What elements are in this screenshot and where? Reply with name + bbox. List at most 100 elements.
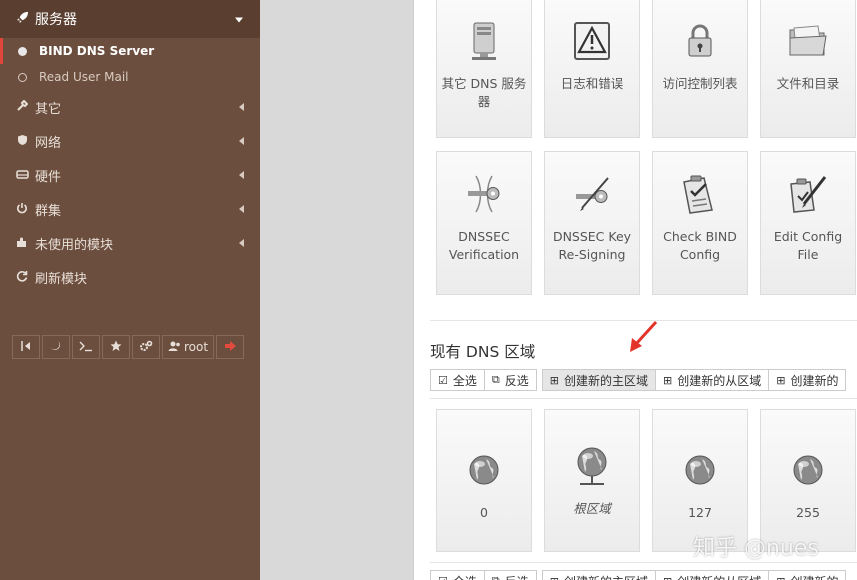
tile-other-dns-servers[interactable]: 其它 DNS 服务器 [436, 0, 532, 138]
sidebar-category-network[interactable]: 网络 [0, 124, 260, 158]
globe-icon [788, 450, 828, 490]
chevron-left-icon [239, 137, 244, 145]
create-other-zone-button[interactable]: ⊞ 创建新的 [768, 369, 847, 391]
plus-square-icon: ⊞ [550, 575, 559, 580]
invert-selection-button[interactable]: ⧉ 反选 [483, 369, 537, 391]
tile-label: 日志和错误 [560, 76, 624, 91]
button-label: 全选 [453, 573, 477, 580]
create-master-zone-button-bottom[interactable]: ⊞ 创建新的主区域 [541, 570, 656, 580]
globe-icon [680, 450, 720, 490]
chevron-left-icon [239, 205, 244, 213]
tile-label: 其它 DNS 服务器 [441, 76, 527, 109]
plus-square-icon: ⊞ [776, 575, 785, 580]
zone-label: 0 [480, 505, 488, 520]
zone-label: 根区域 [573, 501, 611, 516]
plus-square-icon: ⊞ [663, 575, 672, 580]
plus-square-icon: ⊞ [549, 373, 559, 387]
tile-files-directories[interactable]: 文件和目录 [760, 0, 856, 138]
gears-icon [139, 340, 153, 355]
tile-dnssec-verification[interactable]: DNSSEC Verification [436, 151, 532, 295]
sidebar-item-label: 未使用的模块 [35, 237, 114, 253]
button-label: 创建新的从区域 [677, 373, 762, 388]
main-content: 其它 DNS 服务器 日志和错误 访问控制列表 文件和目录 DNSSEC Ver… [413, 0, 857, 580]
create-master-zone-button[interactable]: ⊞ 创建新的主区域 [541, 369, 656, 391]
chevron-left-icon [239, 171, 244, 179]
favorites-button[interactable] [102, 335, 130, 359]
tile-label: 文件和目录 [776, 76, 840, 91]
hdd-icon [15, 168, 29, 182]
button-label: 反选 [505, 573, 529, 580]
tile-check-bind-config[interactable]: Check BIND Config [652, 151, 748, 295]
zone-label: 127 [688, 505, 712, 520]
tile-logs-errors[interactable]: 日志和错误 [544, 0, 640, 138]
button-label: 反选 [504, 373, 529, 388]
sidebar-category-hardware[interactable]: 硬件 [0, 158, 260, 192]
terminal-icon [79, 340, 93, 355]
sidebar-item-label: 网络 [35, 135, 62, 151]
button-label: 创建新的从区域 [677, 573, 761, 580]
lock-icon [680, 21, 720, 61]
user-name: root [184, 340, 209, 354]
settings-button[interactable] [132, 335, 160, 359]
zone-tile-root[interactable]: 根区域 [544, 409, 640, 552]
globe-network-icon [572, 446, 612, 490]
collapse-icon [20, 340, 32, 355]
annotation-arrow-icon [630, 320, 658, 352]
zones-button-bar: ☑ 全选 ⧉ 反选 ⊞ 创建新的主区域 ⊞ 创建新的从区域 ⊞ 创建新的 [430, 369, 847, 391]
sidebar-module-label: BIND DNS Server [39, 44, 155, 58]
sidebar-category-servers[interactable]: 服务器 [0, 0, 260, 38]
invert-selection-button-bottom[interactable]: ⧉ 反选 [483, 570, 537, 580]
select-all-button-bottom[interactable]: ☑ 全选 [430, 570, 485, 580]
tile-label: DNSSEC Key Re-Signing [552, 229, 632, 262]
checklist-icon [680, 174, 720, 214]
sidebar-category-other[interactable]: 其它 [0, 90, 260, 124]
warning-icon [572, 21, 612, 61]
zones-button-bar-bottom: ☑ 全选 ⧉ 反选 ⊞ 创建新的主区域 ⊞ 创建新的从区域 ⊞ 创建新的 [430, 570, 847, 580]
chevron-left-icon [239, 239, 244, 247]
plus-square-icon: ⊞ [663, 373, 673, 387]
tile-label: 访问控制列表 [662, 76, 738, 91]
sidebar-item-label: 其它 [35, 101, 62, 117]
user-button[interactable]: root [162, 335, 215, 359]
sidebar-refresh-modules[interactable]: 刷新模块 [0, 260, 260, 294]
tile-label: Edit Config File [773, 229, 843, 262]
tile-dnssec-key-resigning[interactable]: DNSSEC Key Re-Signing [544, 151, 640, 295]
rocket-icon [15, 11, 29, 27]
key-icon [464, 174, 504, 214]
sidebar-item-label: 刷新模块 [35, 271, 88, 287]
create-other-zone-button-bottom[interactable]: ⊞ 创建新的 [768, 570, 847, 580]
tile-acl[interactable]: 访问控制列表 [652, 0, 748, 138]
sidebar-module-label: Read User Mail [39, 70, 129, 84]
refresh-icon [15, 270, 29, 285]
puzzle-icon [15, 236, 29, 251]
select-all-button[interactable]: ☑ 全选 [430, 369, 485, 391]
sidebar-module-read-user-mail[interactable]: Read User Mail [0, 64, 260, 90]
terminal-button[interactable] [72, 335, 100, 359]
check-square-icon: ☑ [438, 575, 448, 580]
collapse-sidebar-button[interactable] [12, 335, 40, 359]
folder-icon [788, 21, 828, 61]
night-mode-button[interactable] [42, 335, 70, 359]
external-link-icon: ⧉ [491, 373, 500, 386]
chevron-down-icon [235, 17, 243, 23]
sidebar-module-bind-dns[interactable]: BIND DNS Server [0, 38, 260, 64]
create-slave-zone-button-bottom[interactable]: ⊞ 创建新的从区域 [655, 570, 770, 580]
key-resign-icon [572, 174, 612, 214]
tile-edit-config-file[interactable]: Edit Config File [760, 151, 856, 295]
sidebar-category-unused-modules[interactable]: 未使用的模块 [0, 226, 260, 260]
page-gutter [260, 0, 413, 580]
shield-icon [15, 134, 29, 149]
button-label: 全选 [452, 373, 477, 388]
tile-label: Check BIND Config [663, 229, 737, 262]
sidebar: 服务器 BIND DNS Server Read User Mail 其它 网络… [0, 0, 260, 580]
create-slave-zone-button[interactable]: ⊞ 创建新的从区域 [655, 369, 770, 391]
edit-file-icon [788, 174, 828, 214]
power-icon [15, 202, 29, 217]
zone-tile-0[interactable]: 0 [436, 409, 532, 552]
check-square-icon: ☑ [438, 373, 448, 387]
sidebar-category-cluster[interactable]: 群集 [0, 192, 260, 226]
logout-button[interactable] [216, 335, 245, 359]
server-icon [464, 21, 504, 61]
star-icon [110, 340, 122, 355]
button-label: 创建新的 [790, 373, 839, 388]
